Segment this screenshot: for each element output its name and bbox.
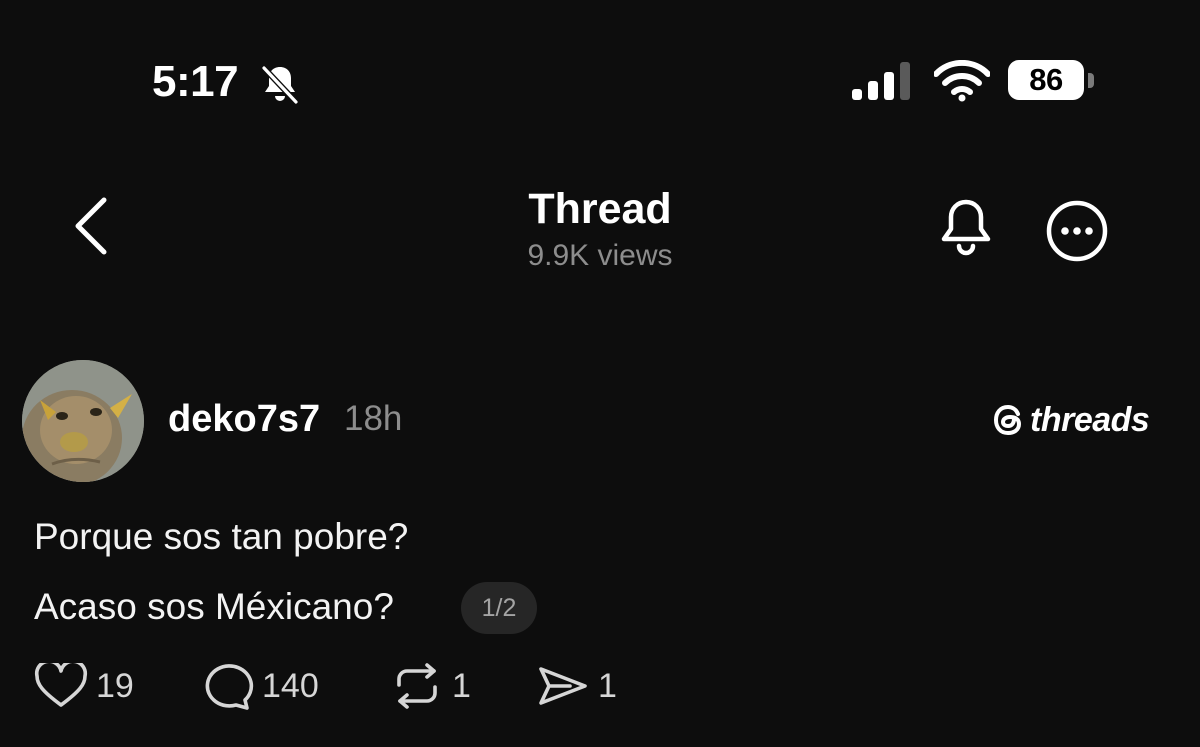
reply-count: 140 (262, 666, 319, 705)
repost-icon (397, 663, 437, 709)
more-options-icon[interactable] (1044, 198, 1110, 264)
repost-count: 1 (452, 666, 471, 705)
battery-level: 86 (1008, 60, 1084, 100)
send-icon (539, 667, 587, 705)
post-text-line-2: Acaso sos Méxicano? (34, 586, 394, 627)
share-count: 1 (598, 666, 617, 705)
post-text-line-1: Porque sos tan pobre? (34, 516, 409, 557)
post-username[interactable]: deko7s7 (168, 397, 320, 441)
threads-brand: threads (992, 400, 1150, 440)
bell-slash-icon (261, 65, 299, 105)
repost-button[interactable]: 1 (390, 660, 471, 712)
cellular-signal-icon (852, 62, 910, 100)
like-button[interactable]: 19 (34, 660, 134, 712)
view-count: 9.9K views (527, 239, 673, 272)
bell-icon[interactable] (936, 196, 996, 260)
thread-pager-badge: 1/2 (461, 582, 537, 634)
share-button[interactable]: 1 (536, 660, 617, 712)
bat-face-avatar-image (22, 360, 144, 482)
heart-icon (34, 663, 88, 707)
threads-logo-icon (993, 404, 1022, 436)
like-count: 19 (96, 666, 134, 705)
wifi-icon (934, 60, 990, 102)
reply-button[interactable]: 140 (200, 660, 319, 712)
threads-brand-text: threads (1030, 400, 1150, 439)
battery-icon: 86 (1008, 60, 1098, 102)
post-time: 18h (344, 399, 403, 438)
battery-tip (1088, 73, 1094, 88)
comment-icon (205, 664, 254, 710)
avatar[interactable] (22, 360, 144, 482)
page-title: Thread (528, 185, 672, 233)
status-time: 5:17 (152, 57, 239, 106)
